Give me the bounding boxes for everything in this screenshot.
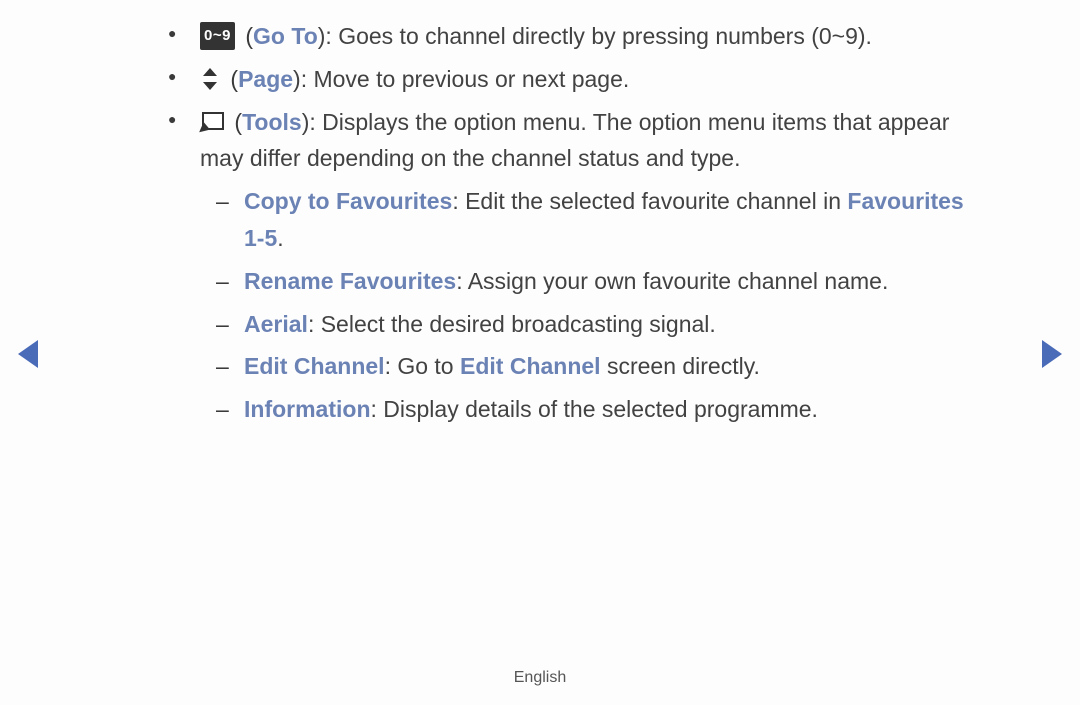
page-language-footer: English: [0, 669, 1080, 687]
text: : Edit the selected favourite channel in: [452, 188, 847, 214]
item-body: ): Move to previous or next page.: [293, 66, 629, 92]
item-label: Page: [238, 66, 293, 92]
text: .: [277, 225, 283, 251]
item-body: ): Displays the option menu. The option …: [200, 109, 949, 172]
sub-item: Aerial: Select the desired broadcasting …: [200, 306, 990, 343]
item-label: Tools: [242, 109, 302, 135]
page-up-down-icon: [200, 68, 220, 90]
keyword: Information: [244, 396, 371, 422]
numeric-keys-icon: 0~9: [200, 22, 235, 50]
sub-item: Copy to Favourites: Edit the selected fa…: [200, 183, 990, 257]
keyword: Aerial: [244, 311, 308, 337]
item-label: Go To: [253, 23, 318, 49]
page-content: 0~9 (Go To): Goes to channel directly by…: [160, 18, 990, 434]
keyword: Rename Favourites: [244, 268, 456, 294]
sub-item: Rename Favourites: Assign your own favou…: [200, 263, 990, 300]
language-label: English: [514, 669, 566, 686]
bullet-item: (Page): Move to previous or next page.: [160, 61, 990, 98]
sub-item: Edit Channel: Go to Edit Channel screen …: [200, 348, 990, 385]
tools-icon: [200, 112, 224, 132]
bullet-item: (Tools): Displays the option menu. The o…: [160, 104, 990, 428]
text: : Assign your own favourite channel name…: [456, 268, 888, 294]
text: : Go to: [385, 353, 460, 379]
nav-next-arrow[interactable]: [1042, 340, 1062, 368]
nav-prev-arrow[interactable]: [18, 340, 38, 368]
sub-list: Copy to Favourites: Edit the selected fa…: [200, 183, 990, 428]
keyword: Edit Channel: [244, 353, 385, 379]
keyword: Copy to Favourites: [244, 188, 452, 214]
keyword: Edit Channel: [460, 353, 601, 379]
bullet-item: 0~9 (Go To): Goes to channel directly by…: [160, 18, 990, 55]
text: : Select the desired broadcasting signal…: [308, 311, 716, 337]
text: screen directly.: [601, 353, 760, 379]
item-body: ): Goes to channel directly by pressing …: [318, 23, 872, 49]
text: : Display details of the selected progra…: [371, 396, 818, 422]
sub-item: Information: Display details of the sele…: [200, 391, 990, 428]
